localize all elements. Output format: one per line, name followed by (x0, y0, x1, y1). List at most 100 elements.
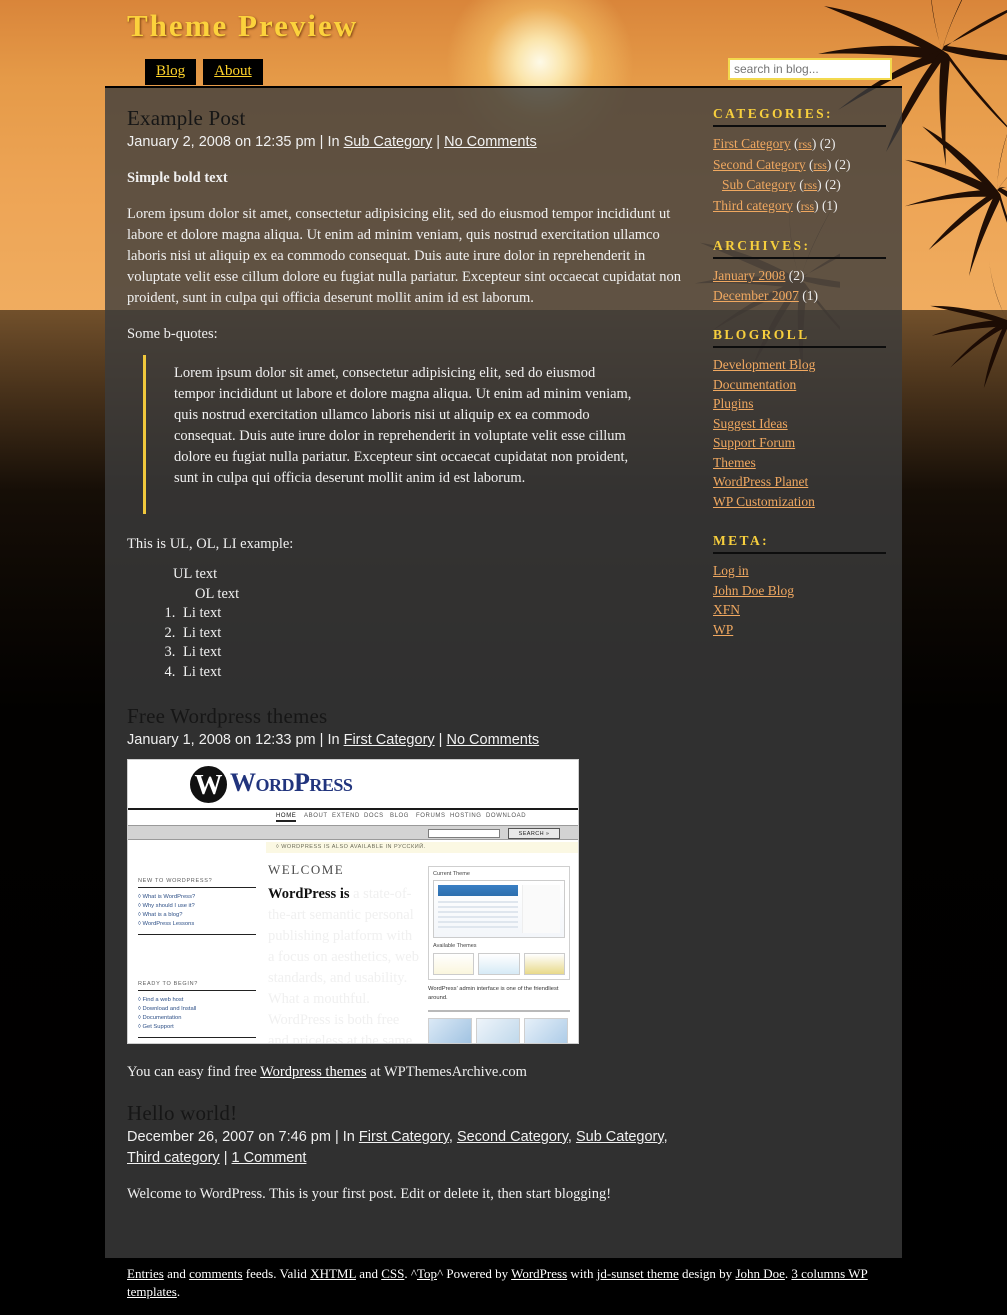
post-title[interactable]: Free Wordpress themes (127, 704, 683, 729)
nav-item-blog[interactable]: Blog (145, 59, 197, 85)
category-link[interactable]: Second Category (713, 157, 806, 172)
search-input[interactable] (730, 60, 890, 78)
blogroll-link[interactable]: Suggest Ideas (713, 416, 788, 431)
post-category-link[interactable]: Third category (127, 1150, 220, 1166)
wp-logo-row: W WordPress (128, 760, 578, 810)
wp-nav-blog[interactable]: BLOG (390, 813, 409, 819)
footer-link-wordpress[interactable]: WordPress (511, 1266, 567, 1281)
category-rss-link[interactable]: rss (804, 178, 817, 192)
wp-left-link[interactable]: ◊ Get Support (138, 1023, 256, 1032)
meta-link[interactable]: XFN (713, 602, 740, 617)
meta-link[interactable]: Log in (713, 563, 749, 578)
archive-count: (2) (788, 268, 805, 283)
meta-link[interactable]: John Doe Blog (713, 583, 794, 598)
blogroll-link[interactable]: Themes (713, 455, 756, 470)
sidebar-heading: ARCHIVES: (713, 238, 811, 253)
category-rss-link[interactable]: rss (799, 137, 812, 151)
blogroll-link[interactable]: WP Customization (713, 494, 815, 509)
post-category-link[interactable]: First Category (359, 1129, 449, 1145)
blogroll-link[interactable]: Support Forum (713, 435, 795, 450)
blogroll-link[interactable]: Plugins (713, 396, 754, 411)
wp-left-link[interactable]: ◊ WordPress Lessons (138, 920, 256, 929)
wordpress-logo-icon: W (190, 766, 227, 803)
list-item: Li text (179, 604, 683, 624)
after-image-pre: You can easy find free (127, 1064, 261, 1080)
wp-nav-download[interactable]: DOWNLOAD (486, 813, 526, 819)
post-title[interactable]: Example Post (127, 106, 683, 131)
blogroll-link[interactable]: Documentation (713, 377, 796, 392)
list-item: XFN (713, 600, 892, 620)
footer-text-part: feeds. Valid (242, 1266, 311, 1281)
post-hello-world: Hello world! December 26, 2007 on 7:46 p… (127, 1101, 683, 1205)
list-item: Development Blog (713, 355, 892, 375)
post-title[interactable]: Hello world! (127, 1101, 683, 1126)
wp-russian-banner[interactable]: ◊ WORDPRESS IS ALSO AVAILABLE IN РУССКИЙ… (266, 842, 578, 853)
list-item: WordPress Planet (713, 472, 892, 492)
post-date: January 2, 2008 on 12:35 pm (127, 134, 316, 150)
category-rss-link[interactable]: rss (801, 199, 814, 213)
category-count: (2) (819, 136, 836, 151)
category-count: (1) (821, 197, 838, 213)
list-item: John Doe Blog (713, 581, 892, 601)
list-item: December 2007 (1) (713, 286, 892, 306)
archive-link[interactable]: January 2008 (713, 268, 785, 283)
post-category-link[interactable]: Second Category (457, 1129, 568, 1145)
wp-paragraph-1: WordPress is a state-of-the-art semantic… (268, 884, 420, 1043)
category-rss-link[interactable]: rss (813, 158, 826, 172)
footer-link-css[interactable]: CSS (381, 1266, 404, 1281)
sidebar-section-categories: CATEGORIES: First Category (rss) (2) Sec… (713, 106, 892, 216)
footer-link-xhtml[interactable]: XHTML (310, 1266, 356, 1281)
archive-link[interactable]: December 2007 (713, 288, 799, 303)
list-item: WP Customization (713, 492, 892, 512)
wp-left-link[interactable]: ◊ What is WordPress? (138, 893, 256, 902)
category-link[interactable]: Third category (713, 198, 793, 213)
wp-nav-forums[interactable]: FORUMS (416, 813, 446, 819)
sidebar-section-meta: META: Log in John Doe Blog XFN WP (713, 533, 892, 639)
search-box[interactable] (728, 58, 892, 80)
list-item: OL text (195, 585, 240, 602)
footer-link-comments[interactable]: comments (189, 1266, 242, 1281)
sidebar: CATEGORIES: First Category (rss) (2) Sec… (705, 88, 902, 1258)
post-comments-link[interactable]: 1 Comment (232, 1150, 307, 1166)
wordpress-homepage-screenshot[interactable]: W WordPress HOME ABOUT EXTEND DOCS BLOG … (127, 759, 579, 1044)
wp-left-link[interactable]: ◊ Documentation (138, 1014, 256, 1023)
list-item: Log in (713, 561, 892, 581)
meta-link[interactable]: WP (713, 622, 733, 637)
post-category-link[interactable]: Sub Category (576, 1129, 664, 1145)
footer-link-theme[interactable]: jd-sunset theme (597, 1266, 679, 1281)
wp-panel-title: Current Theme (433, 871, 470, 877)
wp-theme-thumb-almost-spring (433, 953, 475, 975)
blogroll-link[interactable]: WordPress Planet (713, 474, 808, 489)
wp-nav-extend[interactable]: EXTEND (332, 813, 360, 819)
wp-nav-about[interactable]: ABOUT (304, 813, 328, 819)
wp-nav-home[interactable]: HOME (276, 813, 297, 822)
post-meta: December 26, 2007 on 7:46 pm | In First … (127, 1129, 668, 1166)
category-link[interactable]: First Category (713, 136, 791, 151)
wordpress-themes-link[interactable]: Wordpress themes (260, 1064, 366, 1080)
wp-search-button[interactable]: SEARCH » (508, 828, 560, 839)
wp-left-link[interactable]: ◊ Why should I use it? (138, 902, 256, 911)
footer-link-author[interactable]: John Doe (735, 1266, 784, 1281)
wp-divider (428, 1010, 570, 1012)
post-comments-link[interactable]: No Comments (446, 732, 539, 748)
wp-left-link[interactable]: ◊ Find a web host (138, 996, 256, 1005)
blogroll-link[interactable]: Development Blog (713, 357, 815, 372)
category-link[interactable]: Sub Category (722, 177, 796, 192)
wp-nav-hosting[interactable]: HOSTING (450, 813, 482, 819)
list-item: WP (713, 620, 892, 640)
nav-item-about[interactable]: About (203, 59, 263, 85)
footer-link-entries[interactable]: Entries (127, 1266, 164, 1281)
ordered-list-example: Li text Li text Li text Li text (127, 604, 683, 682)
sidebar-heading: BLOGROLL (713, 327, 810, 342)
post-category-link[interactable]: Sub Category (344, 134, 433, 150)
wp-left-link[interactable]: ◊ What is a blog? (138, 911, 256, 920)
post-date: December 26, 2007 on 7:46 pm (127, 1129, 331, 1145)
footer-link-top[interactable]: Top (417, 1266, 437, 1281)
post-category-link[interactable]: First Category (344, 732, 435, 748)
wp-right-column: Current Theme Available Themes WordPress… (428, 866, 570, 1043)
wp-nav-docs[interactable]: DOCS (364, 813, 384, 819)
meta-sep-pipe: | (219, 1150, 232, 1166)
wp-search-input[interactable] (428, 829, 500, 838)
post-comments-link[interactable]: No Comments (444, 134, 537, 150)
wp-left-link[interactable]: ◊ Download and Install (138, 1005, 256, 1014)
